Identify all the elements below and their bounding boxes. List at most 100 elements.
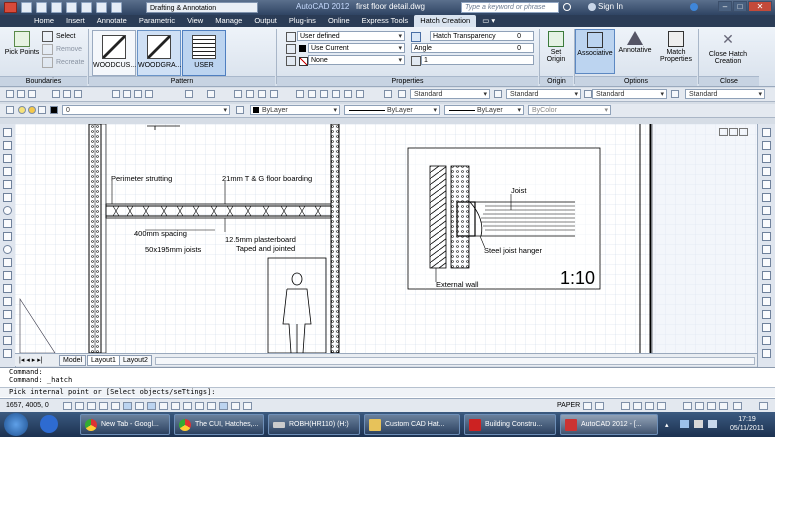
transparency-toggle-icon[interactable] (195, 402, 204, 410)
new-icon[interactable] (21, 2, 32, 13)
workspace-switching-icon[interactable] (683, 402, 692, 410)
calculator-icon[interactable] (356, 90, 364, 98)
minimize-button[interactable]: – (718, 1, 732, 12)
first-layout-icon[interactable]: |◂ ◂ ▸ ▸| (19, 356, 43, 364)
join-icon[interactable] (762, 284, 771, 293)
drawing-canvas[interactable]: Perimeter strutting 21mm T & G floor boa… (15, 124, 757, 353)
tab-output[interactable]: Output (248, 15, 283, 27)
revision-cloud-icon[interactable] (3, 219, 12, 228)
object-snap-icon[interactable] (123, 402, 132, 410)
design-center-icon[interactable] (308, 90, 316, 98)
save-icon[interactable] (51, 2, 62, 13)
viewport-close-icon[interactable] (739, 128, 748, 136)
copy-icon[interactable] (123, 90, 131, 98)
search-icon[interactable] (563, 3, 571, 11)
erase-icon[interactable] (762, 128, 771, 137)
network-icon[interactable] (680, 420, 689, 428)
tab-layout1[interactable]: Layout1 (87, 355, 120, 366)
line-icon[interactable] (3, 128, 12, 137)
tray-chevron-icon[interactable]: ▴ (665, 421, 669, 429)
explode-icon[interactable] (762, 336, 771, 345)
taskbar-item-chrome-cui[interactable]: The CUI, Hatches,... (174, 414, 264, 435)
isolate-objects-icon[interactable] (719, 402, 728, 410)
redo-icon[interactable] (111, 2, 122, 13)
quick-properties-icon[interactable] (207, 402, 216, 410)
taskbar-item-pdf[interactable]: Building Constru... (464, 414, 556, 435)
options-panel-title[interactable]: Options (575, 76, 697, 86)
select-button[interactable]: Select (42, 31, 75, 42)
gradient-icon[interactable] (3, 323, 12, 332)
snap-mode-icon[interactable] (75, 402, 84, 410)
boundaries-panel-title[interactable]: Boundaries (0, 76, 87, 86)
command-line[interactable]: Command: Command: _hatch Pick internal p… (0, 367, 775, 399)
make-current-icon[interactable] (236, 106, 244, 114)
rotate-icon[interactable] (762, 206, 771, 215)
table-style-dropdown[interactable]: Standard (592, 89, 667, 99)
close-window-button[interactable]: ✕ (748, 1, 772, 12)
cut-icon[interactable] (112, 90, 120, 98)
model-space-icon[interactable] (243, 402, 252, 410)
status-bar-menu-icon[interactable] (733, 402, 742, 410)
angle-field[interactable]: Angle 0 (411, 43, 534, 53)
zoom-window-icon[interactable] (258, 90, 266, 98)
copy-object-icon[interactable] (762, 141, 771, 150)
mirror-icon[interactable] (762, 154, 771, 163)
trim-icon[interactable] (762, 245, 771, 254)
system-clock[interactable]: 17:19 05/11/2011 (724, 415, 770, 433)
region-icon[interactable] (3, 336, 12, 345)
polyline-icon[interactable] (3, 154, 12, 163)
text-style-dropdown[interactable]: Standard (410, 89, 490, 99)
help-icon[interactable] (384, 90, 392, 98)
zoom-realtime-icon[interactable] (246, 90, 254, 98)
help-icon[interactable] (690, 3, 698, 11)
plotstyle-dropdown[interactable]: ByColor (528, 105, 611, 115)
extend-icon[interactable] (762, 258, 771, 267)
hatch-icon[interactable] (3, 310, 12, 319)
workspace-dropdown[interactable]: Drafting & Annotation (146, 2, 258, 13)
pan-status-icon[interactable] (621, 402, 630, 410)
clean-screen-icon[interactable] (759, 402, 768, 410)
close-hatch-creation-button[interactable]: ✕ Close Hatch Creation (700, 31, 756, 65)
pattern-swatch-user[interactable]: USER (182, 30, 226, 76)
hardware-acceleration-icon[interactable] (707, 402, 716, 410)
layer-dropdown[interactable]: 0 (62, 105, 230, 115)
construction-line-icon[interactable] (3, 141, 12, 150)
markup-icon[interactable] (344, 90, 352, 98)
spacing-field[interactable]: 1 (421, 55, 534, 65)
showmotion-icon[interactable] (657, 402, 666, 410)
sun-freeze-icon[interactable] (28, 106, 36, 114)
properties-icon[interactable] (296, 90, 304, 98)
sign-in-link[interactable]: Sign In (598, 2, 623, 11)
selection-cycling-icon[interactable] (219, 402, 228, 410)
new-icon[interactable] (6, 90, 14, 98)
save-as-icon[interactable] (66, 2, 77, 13)
properties-panel-title[interactable]: Properties (277, 76, 538, 86)
plot-icon[interactable] (81, 2, 92, 13)
chamfer-icon[interactable] (762, 297, 771, 306)
pick-points-button[interactable]: Pick Points (3, 31, 41, 56)
ortho-mode-icon[interactable] (99, 402, 108, 410)
pattern-panel-title[interactable]: Pattern (89, 76, 275, 86)
paper-space-toggle[interactable]: PAPER (557, 402, 580, 409)
blend-icon[interactable] (762, 323, 771, 332)
annotation-monitor-icon[interactable] (231, 402, 240, 410)
pan-icon[interactable] (234, 90, 242, 98)
media-player-icon[interactable] (40, 415, 58, 433)
color-dropdown[interactable]: ByLayer (250, 105, 340, 115)
horizontal-scrollbar[interactable] (155, 357, 755, 365)
tab-plug-ins[interactable]: Plug-ins (283, 15, 322, 27)
lineweight-icon[interactable] (183, 402, 192, 410)
lock-icon[interactable] (38, 106, 46, 114)
taskbar-item-drive[interactable]: ROBH(HR110) (H:) (268, 414, 360, 435)
ellipse-icon[interactable] (3, 245, 12, 254)
tab-online[interactable]: Online (322, 15, 356, 27)
tab-home[interactable]: Home (28, 15, 60, 27)
maximize-button[interactable]: □ (733, 1, 747, 12)
application-menu-icon[interactable] (4, 2, 17, 13)
quick-view-drawings-icon[interactable] (595, 402, 604, 410)
offset-icon[interactable] (762, 167, 771, 176)
paste-icon[interactable] (134, 90, 142, 98)
associative-button[interactable]: Associative (575, 29, 615, 74)
tab-layout2[interactable]: Layout2 (119, 355, 152, 366)
zoom-status-icon[interactable] (633, 402, 642, 410)
